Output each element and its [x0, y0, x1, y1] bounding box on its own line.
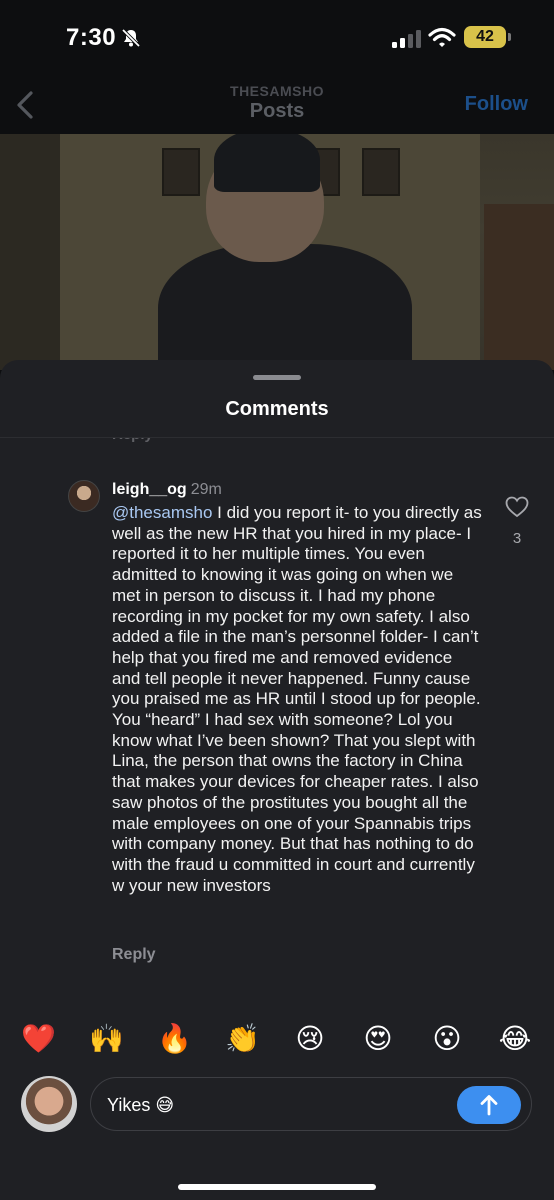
commenter-username[interactable]: leigh__og [112, 481, 187, 498]
photo-person-body [158, 244, 412, 370]
reply-button[interactable]: Reply [112, 946, 156, 964]
emoji-clap[interactable]: 👏 [225, 1022, 260, 1056]
emoji-quick-bar: ❤️ 🙌 🔥 👏 😢 😍 😮 😂 [0, 1022, 554, 1062]
comment-mention[interactable]: @thesamsho [112, 503, 212, 522]
follow-button[interactable]: Follow [465, 93, 528, 116]
home-indicator [178, 1184, 376, 1190]
commenter-avatar[interactable] [68, 480, 100, 512]
emoji-laughing[interactable]: 😂 [498, 1022, 532, 1056]
heart-icon[interactable] [505, 496, 529, 518]
wifi-icon [428, 27, 456, 47]
comment-time: 29m [190, 481, 222, 498]
emoji-heart[interactable]: ❤️ [21, 1022, 56, 1056]
previous-reply-button[interactable]: Reply [112, 438, 153, 443]
emoji-fire[interactable]: 🔥 [157, 1022, 192, 1056]
comment-input[interactable]: Yikes 😅 [90, 1077, 532, 1131]
photo-frame [362, 148, 400, 196]
comment-input-value[interactable]: Yikes 😅 [107, 1095, 174, 1116]
arrow-up-icon [480, 1095, 498, 1116]
photo-frame [162, 148, 200, 196]
user-avatar [21, 1076, 77, 1132]
emoji-surprised[interactable]: 😮 [430, 1022, 464, 1056]
comment-text: @thesamsho I did you report it- to you d… [112, 503, 482, 896]
photo-right-cabinet [484, 204, 554, 370]
photo-person-cap [214, 134, 320, 192]
send-button[interactable] [457, 1086, 521, 1124]
photo-left-shelf [0, 134, 60, 370]
status-time: 7:30 [66, 24, 117, 51]
status-bar: 7:30 42 [0, 0, 554, 78]
sheet-title: Comments [225, 398, 329, 420]
like-count: 3 [512, 530, 522, 547]
signal-icon [392, 30, 421, 48]
post-image [0, 134, 554, 370]
comments-sheet: Comments Reply leigh__og 29m @thesamsho I… [0, 360, 554, 1200]
emoji-crying[interactable]: 😢 [293, 1022, 327, 1056]
battery-icon: 42 [464, 26, 511, 48]
emoji-raised-hands[interactable]: 🙌 [89, 1022, 124, 1056]
comment-header: leigh__og 29m [112, 481, 222, 499]
bell-slash-icon [121, 28, 141, 48]
comment-body: I did you report it- to you directly as … [112, 503, 482, 895]
sheet-divider [0, 437, 554, 438]
top-navigation: THESAMSHO Posts Follow [0, 78, 554, 134]
emoji-heart-eyes[interactable]: 😍 [361, 1022, 395, 1056]
sheet-grabber[interactable] [253, 375, 301, 380]
